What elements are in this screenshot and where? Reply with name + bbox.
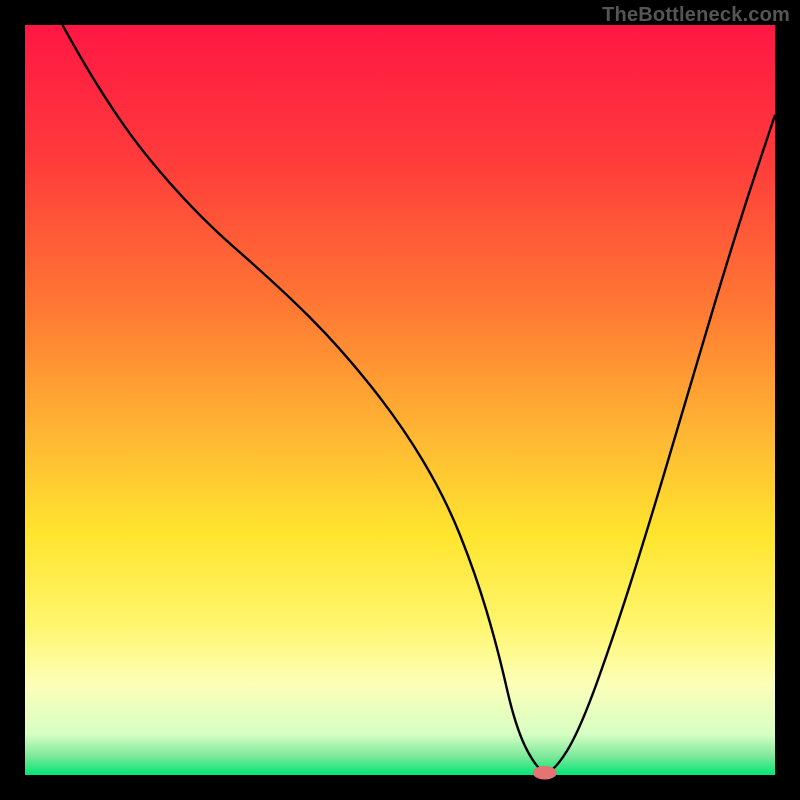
watermark-text: TheBottleneck.com [602,4,790,27]
plot-background [25,25,775,775]
optimal-marker [533,766,557,780]
chart-frame: TheBottleneck.com [0,0,800,800]
bottleneck-chart [0,0,800,800]
